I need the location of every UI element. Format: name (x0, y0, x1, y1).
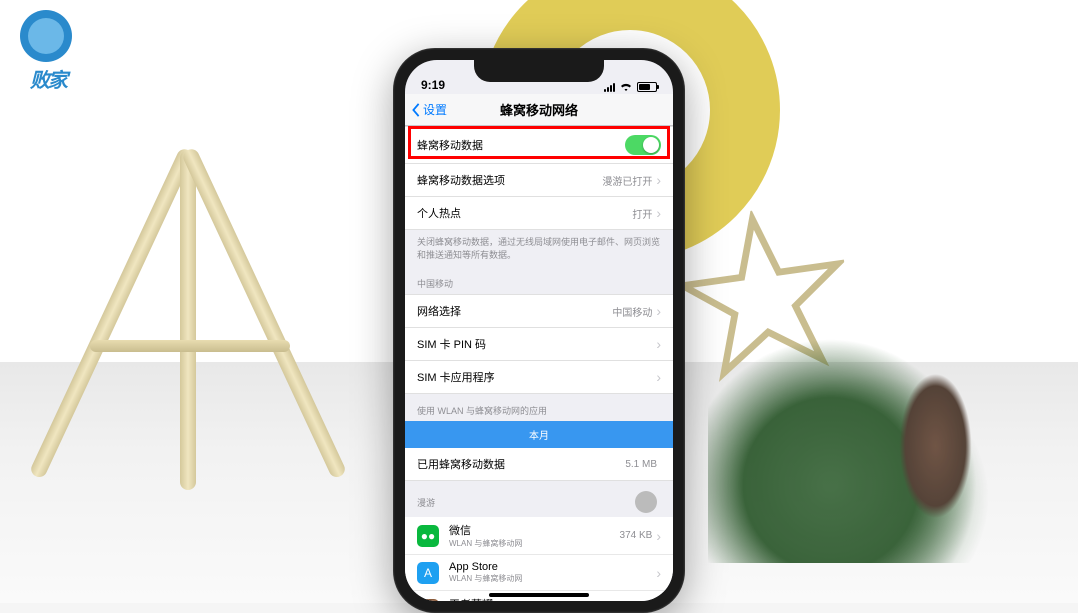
row-label: 蜂窝移动数据 (417, 137, 625, 153)
row-value: 中国移动 (612, 304, 652, 319)
row-usage[interactable]: 已用蜂窝移动数据 5.1 MB (405, 448, 673, 481)
appstore-icon: A (417, 562, 439, 584)
row-sim-pin[interactable]: SIM 卡 PIN 码 › (405, 328, 673, 361)
easel-prop (60, 150, 310, 550)
iphone-frame: 9:19 设置 蜂窝移动网络 蜂窝移动数据 蜂窝移动数据选项 漫游已打开 (393, 48, 685, 613)
app-sub: WLAN 与蜂窝移动网 (449, 538, 620, 549)
row-cellular-data[interactable]: 蜂窝移动数据 (405, 126, 673, 164)
watermark-logo: 败家 (20, 10, 76, 100)
row-label: 个人热点 (417, 205, 632, 221)
page-title: 蜂窝移动网络 (500, 100, 578, 119)
app-row-appstore[interactable]: A App StoreWLAN 与蜂窝移动网 › (405, 555, 673, 591)
chevron-right-icon: › (656, 529, 661, 543)
row-label: 蜂窝移动数据选项 (417, 172, 602, 188)
app-name: App Store (449, 561, 656, 573)
month-bar[interactable]: 本月 (405, 421, 673, 448)
overlay-circle-icon (635, 491, 657, 513)
row-label: SIM 卡 PIN 码 (417, 336, 656, 352)
row-value: 漫游已打开 (602, 173, 652, 188)
chevron-right-icon: › (656, 337, 661, 351)
signal-icon (604, 83, 615, 92)
row-value: 打开 (632, 206, 652, 221)
footer-text: 关闭蜂窝移动数据，通过无线局域网使用电子邮件、网页浏览和推送通知等所有数据。 (405, 230, 673, 267)
section-header-carrier: 中国移动 (405, 267, 673, 294)
app-name: 微信 (449, 522, 620, 538)
section-header-roam: 漫游 (417, 496, 435, 509)
nav-bar: 设置 蜂窝移动网络 (405, 94, 673, 126)
row-cellular-options[interactable]: 蜂窝移动数据选项 漫游已打开 › (405, 164, 673, 197)
wifi-icon (619, 82, 633, 92)
home-indicator[interactable] (489, 593, 589, 597)
app-row-wechat[interactable]: ●● 微信WLAN 与蜂窝移动网 374 KB › (405, 517, 673, 555)
wangzhe-icon: ♜ (417, 599, 439, 601)
app-sub: WLAN 与蜂窝移动网 (449, 573, 656, 584)
notch (474, 60, 604, 82)
settings-scroll[interactable]: 蜂窝移动数据 蜂窝移动数据选项 漫游已打开 › 个人热点 打开 › 关闭蜂窝移动… (405, 126, 673, 601)
chevron-right-icon: › (656, 304, 661, 318)
status-time: 9:19 (421, 78, 445, 92)
wechat-icon: ●● (417, 525, 439, 547)
chevron-right-icon: › (656, 173, 661, 187)
pine-prop (708, 303, 1058, 563)
iphone-screen: 9:19 设置 蜂窝移动网络 蜂窝移动数据 蜂窝移动数据选项 漫游已打开 (405, 60, 673, 601)
row-label: SIM 卡应用程序 (417, 369, 656, 385)
chevron-left-icon (411, 103, 421, 117)
app-value: 374 KB (620, 530, 653, 541)
section-header-usage: 使用 WLAN 与蜂窝移动网的应用 (405, 394, 673, 421)
back-button[interactable]: 设置 (411, 101, 447, 118)
row-label: 已用蜂窝移动数据 (417, 456, 625, 472)
row-value: 5.1 MB (625, 459, 657, 470)
row-network-select[interactable]: 网络选择 中国移动 › (405, 294, 673, 328)
row-hotspot[interactable]: 个人热点 打开 › (405, 197, 673, 230)
battery-icon (637, 82, 657, 92)
chevron-right-icon: › (656, 206, 661, 220)
chevron-right-icon: › (656, 370, 661, 384)
row-sim-apps[interactable]: SIM 卡应用程序 › (405, 361, 673, 394)
chevron-right-icon: › (656, 566, 661, 580)
row-label: 网络选择 (417, 303, 612, 319)
cellular-data-toggle[interactable] (625, 135, 661, 155)
